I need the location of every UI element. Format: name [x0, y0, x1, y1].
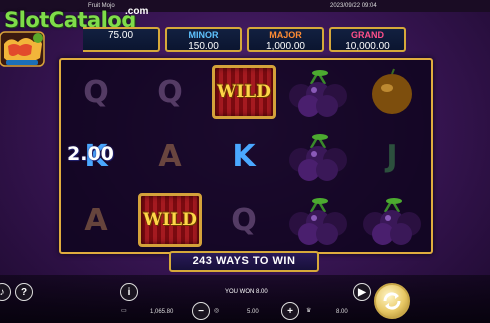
jackpot-mini: 75.00 — [83, 27, 160, 52]
balance-value: 1,065.80 — [150, 309, 174, 315]
autoplay-icon[interactable]: ▶ — [353, 283, 371, 301]
wallet-icon: ▭ — [121, 308, 127, 314]
coins-icon: ◎ — [214, 308, 220, 314]
symbol-k: K — [232, 138, 256, 174]
bottom-hud — [0, 275, 490, 323]
plum-icon — [357, 190, 427, 250]
symbol-q: Q — [83, 74, 109, 110]
symbol-q: Q — [157, 74, 183, 110]
symbol-q: Q — [231, 202, 257, 238]
orange-icon — [357, 62, 427, 122]
reel-grid: Q K A Q A WILD WILD K Q J — [59, 58, 433, 254]
watermark-domain: .com — [125, 6, 149, 17]
spin-button[interactable] — [374, 283, 410, 319]
jackpot-grand: GRAND 10,000.00 — [329, 27, 406, 52]
win-value: 8.00 — [336, 309, 348, 315]
symbol-a: A — [158, 138, 182, 174]
jackpot-minor: MINOR 150.00 — [165, 27, 242, 52]
jackpot-value: 10,000.00 — [345, 41, 390, 52]
spin-icon — [383, 292, 401, 310]
you-won-text: YOU WON 8.00 — [225, 289, 268, 295]
jackpot-value: 75.00 — [107, 30, 134, 41]
symbol-wild: WILD — [135, 190, 205, 250]
jackpot-value: 1,000.00 — [266, 41, 305, 52]
win-multiplier: 2.00 — [67, 143, 114, 165]
fruit-mojo-logo — [0, 31, 45, 67]
help-icon[interactable]: ? — [15, 283, 33, 301]
plum-icon — [283, 62, 353, 122]
date-time: 2023/09/22 09:04 — [330, 3, 377, 9]
ways-to-win-banner: 243 WAYS TO WIN — [169, 251, 319, 272]
symbol-j: J — [386, 138, 398, 174]
minus-icon[interactable]: − — [192, 302, 210, 320]
jackpot-major: MAJOR 1,000.00 — [247, 27, 324, 52]
plus-icon[interactable]: + — [281, 302, 299, 320]
jackpot-name: GRAND — [351, 30, 384, 40]
jackpot-name: MAJOR — [269, 30, 302, 40]
plum-icon — [283, 126, 353, 186]
symbol-wild: WILD — [209, 62, 279, 122]
symbol-a: A — [84, 202, 108, 238]
plum-icon — [283, 190, 353, 250]
bet-value: 5.00 — [247, 309, 259, 315]
jackpot-name: MINOR — [188, 30, 219, 40]
trophy-icon: ♛ — [306, 308, 312, 314]
info-icon[interactable]: i — [120, 283, 138, 301]
jackpot-value: 150.00 — [188, 41, 219, 52]
